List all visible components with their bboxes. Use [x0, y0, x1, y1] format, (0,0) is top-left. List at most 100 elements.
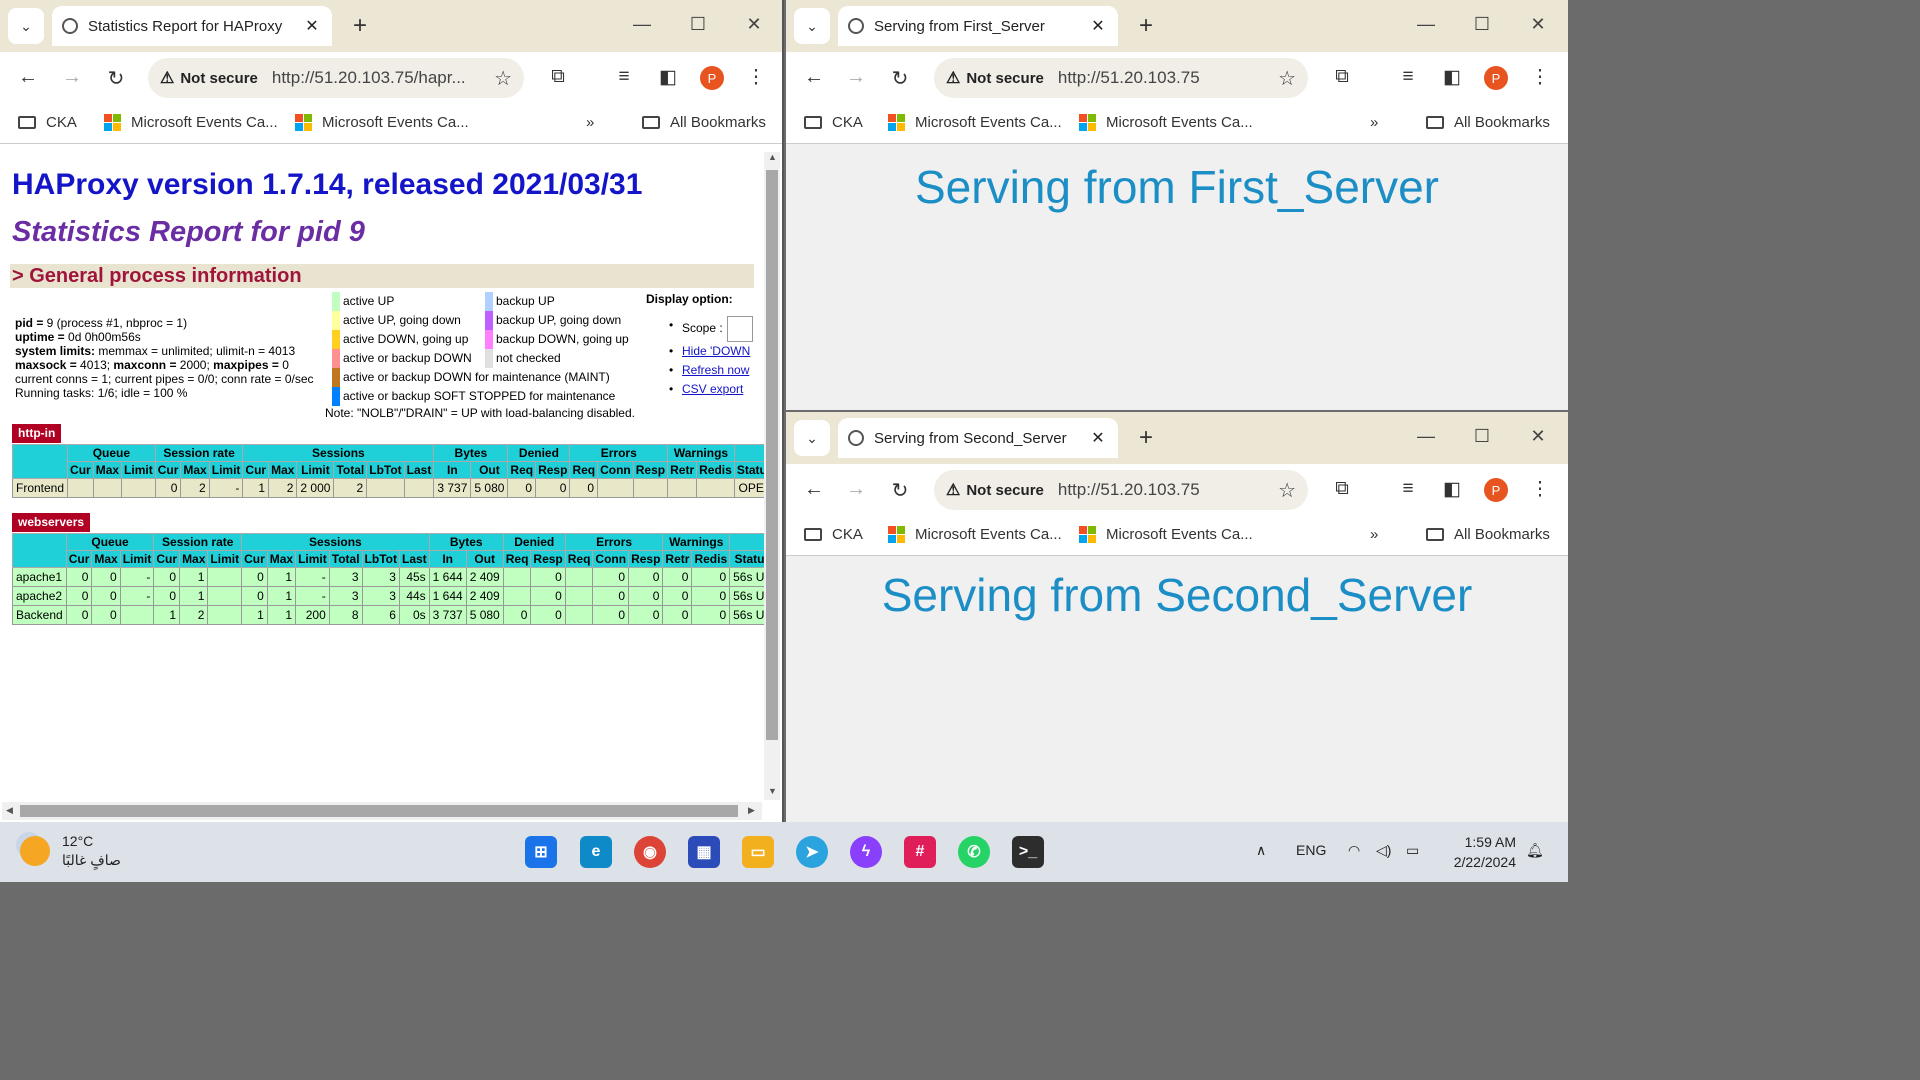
chrome-icon[interactable]: ◉	[634, 836, 666, 868]
close-window-button[interactable]: ✕	[1526, 14, 1550, 35]
maximize-button[interactable]: ☐	[1470, 14, 1494, 35]
refresh-now-link[interactable]: Refresh now	[682, 363, 749, 377]
menu-icon[interactable]: ⋮	[1528, 66, 1552, 89]
menu-icon[interactable]: ⋮	[1528, 478, 1552, 501]
bookmark-star-icon[interactable]: ☆	[1278, 478, 1296, 503]
security-indicator[interactable]: ⚠ Not secure	[946, 68, 1044, 88]
scope-input[interactable]	[726, 316, 753, 342]
new-tab-button[interactable]: +	[346, 12, 374, 40]
menu-icon[interactable]: ⋮	[744, 66, 768, 89]
scroll-up-arrow-icon[interactable]: ▲	[768, 152, 777, 162]
row-name[interactable]: apache1	[12, 567, 67, 587]
bookmark-ms-events-2[interactable]: Microsoft Events Ca...	[295, 114, 469, 131]
profile-avatar[interactable]: P	[700, 66, 724, 90]
bookmark-ms-events-1[interactable]: Microsoft Events Ca...	[888, 526, 1062, 543]
reload-button[interactable]: ↻	[104, 66, 128, 91]
all-bookmarks[interactable]: All Bookmarks	[1426, 526, 1550, 543]
address-bar[interactable]: ⚠ Not secure http://51.20.103.75 ☆	[934, 470, 1308, 510]
minimize-button[interactable]: —	[630, 14, 654, 35]
csv-export-link[interactable]: CSV export	[682, 382, 743, 396]
maximize-button[interactable]: ☐	[686, 14, 710, 35]
slack-icon[interactable]: #	[904, 836, 936, 868]
file-explorer-icon[interactable]: ▭	[742, 836, 774, 868]
tab-search-button[interactable]: ⌄	[8, 8, 44, 44]
close-tab-icon[interactable]: ✕	[1088, 428, 1108, 448]
horizontal-scrollbar[interactable]: ◀ ▶	[2, 802, 762, 820]
hide-down-link[interactable]: Hide 'DOWN	[682, 344, 750, 358]
start-button-icon[interactable]: ⊞	[525, 836, 557, 868]
bookmark-cka[interactable]: CKA	[18, 114, 77, 131]
bookmark-ms-events-2[interactable]: Microsoft Events Ca...	[1079, 114, 1253, 131]
messenger-icon[interactable]: ϟ	[850, 836, 882, 868]
scroll-left-arrow-icon[interactable]: ◀	[6, 805, 13, 816]
terminal-icon[interactable]: >_	[1012, 836, 1044, 868]
row-name[interactable]: Frontend	[11, 478, 69, 498]
more-bookmarks-chevron-icon[interactable]: »	[1370, 526, 1378, 543]
row-name[interactable]: apache2	[12, 586, 67, 606]
all-bookmarks[interactable]: All Bookmarks	[1426, 114, 1550, 131]
more-bookmarks-chevron-icon[interactable]: »	[586, 114, 594, 131]
bookmark-cka[interactable]: CKA	[804, 114, 863, 131]
minimize-button[interactable]: —	[1414, 14, 1438, 35]
show-hidden-icons-chevron-icon[interactable]: ∧	[1256, 842, 1266, 859]
store-icon[interactable]: ▦	[688, 836, 720, 868]
media-control-icon[interactable]: ≡	[1396, 66, 1420, 88]
telegram-icon[interactable]: ➤	[796, 836, 828, 868]
minimize-button[interactable]: —	[1414, 426, 1438, 447]
extensions-icon[interactable]: ⧉	[1330, 66, 1354, 88]
close-window-button[interactable]: ✕	[742, 14, 766, 35]
wifi-icon[interactable]: ◠	[1348, 842, 1360, 859]
notifications-bell-icon[interactable]: 🔔︎	[1526, 842, 1544, 859]
tab-search-button[interactable]: ⌄	[794, 420, 830, 456]
close-window-button[interactable]: ✕	[1526, 426, 1550, 447]
media-control-icon[interactable]: ≡	[1396, 478, 1420, 500]
reload-button[interactable]: ↻	[888, 66, 912, 91]
edge-icon[interactable]: e	[580, 836, 612, 868]
whatsapp-icon[interactable]: ✆	[958, 836, 990, 868]
back-button[interactable]: ←	[16, 66, 40, 89]
bookmark-ms-events-1[interactable]: Microsoft Events Ca...	[888, 114, 1062, 131]
tab-search-button[interactable]: ⌄	[794, 8, 830, 44]
row-name[interactable]: Backend	[12, 605, 67, 625]
new-tab-button[interactable]: +	[1132, 12, 1160, 40]
bookmark-ms-events-1[interactable]: Microsoft Events Ca...	[104, 114, 278, 131]
close-tab-icon[interactable]: ✕	[1088, 16, 1108, 36]
security-indicator[interactable]: ⚠ Not secure	[160, 68, 258, 88]
profile-avatar[interactable]: P	[1484, 478, 1508, 502]
battery-icon[interactable]: ▭	[1406, 842, 1419, 859]
forward-button[interactable]: →	[844, 478, 868, 501]
new-tab-button[interactable]: +	[1132, 424, 1160, 452]
media-control-icon[interactable]: ≡	[612, 66, 636, 88]
forward-button[interactable]: →	[60, 66, 84, 89]
scroll-right-arrow-icon[interactable]: ▶	[748, 805, 755, 816]
maximize-button[interactable]: ☐	[1470, 426, 1494, 447]
extensions-icon[interactable]: ⧉	[1330, 478, 1354, 500]
frontend-name[interactable]: http-in	[12, 424, 62, 443]
tab-haproxy-stats[interactable]: Statistics Report for HAProxy ✕	[52, 6, 332, 46]
forward-button[interactable]: →	[844, 66, 868, 89]
clock[interactable]: 1:59 AM 2/22/2024	[1440, 832, 1516, 872]
bookmark-star-icon[interactable]: ☆	[494, 66, 512, 91]
bookmark-cka[interactable]: CKA	[804, 526, 863, 543]
bookmark-ms-events-2[interactable]: Microsoft Events Ca...	[1079, 526, 1253, 543]
back-button[interactable]: ←	[802, 478, 826, 501]
side-panel-icon[interactable]: ◧	[656, 66, 680, 89]
language-indicator[interactable]: ENG	[1296, 842, 1326, 858]
tab-second-server[interactable]: Serving from Second_Server ✕	[838, 418, 1118, 458]
profile-avatar[interactable]: P	[1484, 66, 1508, 90]
address-bar[interactable]: ⚠ Not secure http://51.20.103.75/hapr... …	[148, 58, 524, 98]
side-panel-icon[interactable]: ◧	[1440, 478, 1464, 501]
close-tab-icon[interactable]: ✕	[302, 16, 322, 36]
all-bookmarks[interactable]: All Bookmarks	[642, 114, 766, 131]
volume-icon[interactable]: ◁)	[1376, 842, 1391, 859]
vertical-scroll-thumb[interactable]	[766, 170, 778, 740]
bookmark-star-icon[interactable]: ☆	[1278, 66, 1296, 91]
weather-widget[interactable]: 12°C صافٍ غالبًا	[20, 832, 121, 870]
tab-first-server[interactable]: Serving from First_Server ✕	[838, 6, 1118, 46]
side-panel-icon[interactable]: ◧	[1440, 66, 1464, 89]
backend-name[interactable]: webservers	[12, 513, 91, 532]
security-indicator[interactable]: ⚠ Not secure	[946, 480, 1044, 500]
back-button[interactable]: ←	[802, 66, 826, 89]
address-bar[interactable]: ⚠ Not secure http://51.20.103.75 ☆	[934, 58, 1308, 98]
vertical-scrollbar[interactable]: ▲ ▼	[764, 152, 780, 800]
